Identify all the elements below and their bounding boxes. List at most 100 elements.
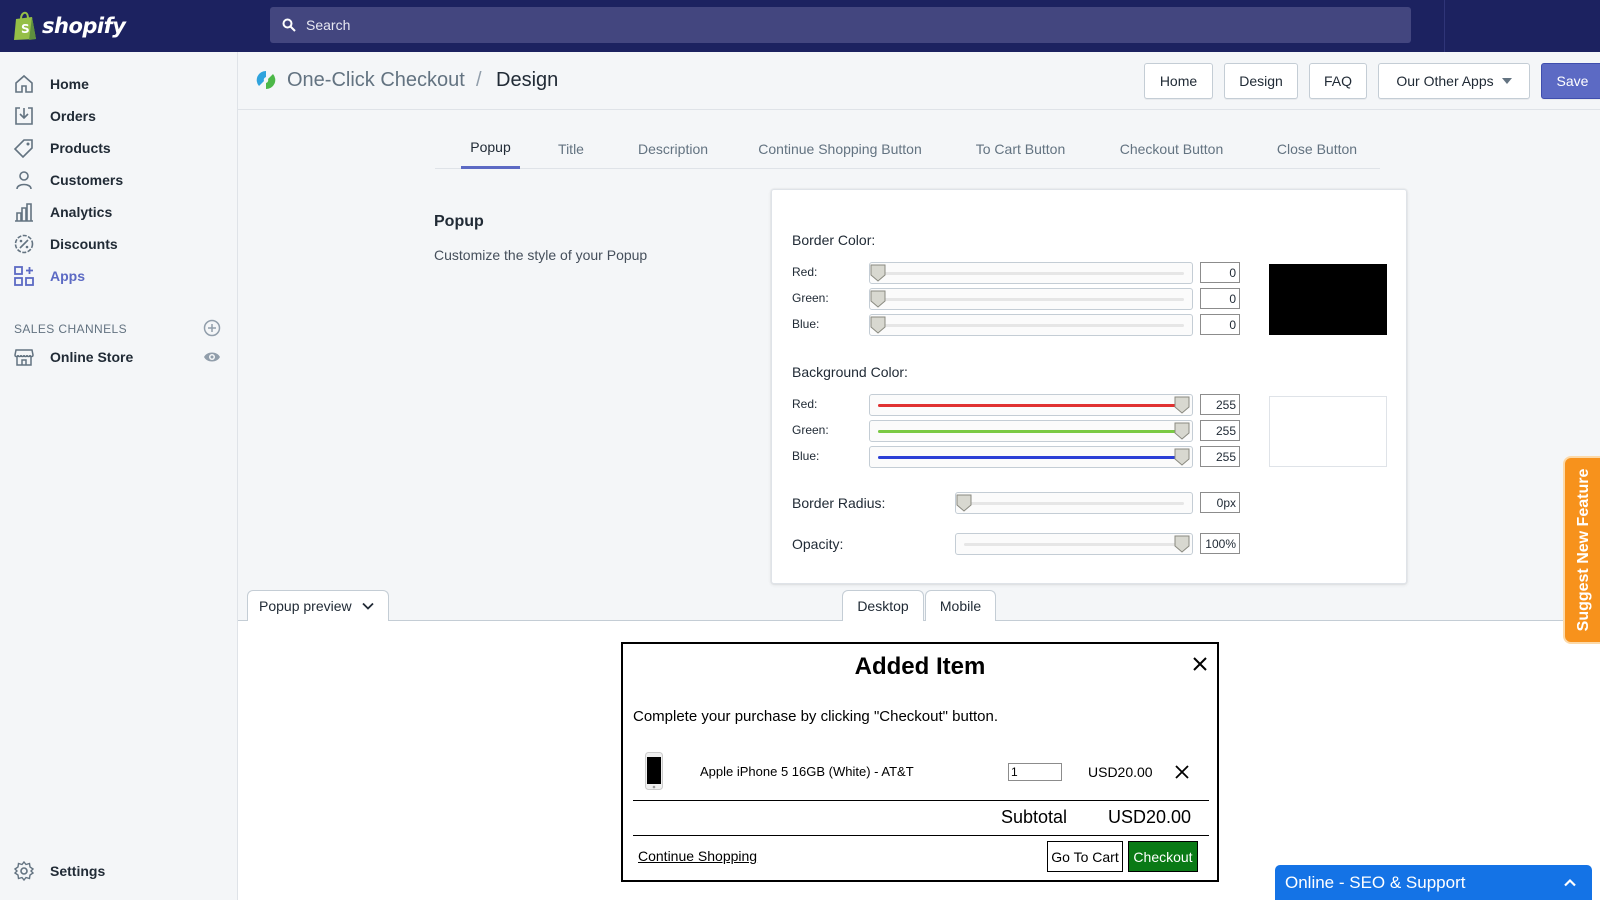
remove-item-icon[interactable]: [1174, 764, 1190, 780]
home-button[interactable]: Home: [1144, 63, 1213, 99]
chevron-up-icon: [1564, 878, 1576, 887]
chat-label: Online - SEO & Support: [1285, 873, 1466, 892]
tab-popup[interactable]: Popup: [461, 132, 520, 169]
border-green-label: Green:: [792, 291, 829, 305]
product-image: [645, 752, 663, 790]
slider-handle[interactable]: [1174, 535, 1190, 553]
close-icon[interactable]: [1192, 656, 1208, 672]
shopify-logo[interactable]: S shopify: [12, 8, 126, 44]
sidebar-item-analytics[interactable]: Analytics: [0, 197, 237, 227]
slider-rail: [964, 543, 1184, 546]
save-button[interactable]: Save: [1541, 63, 1600, 99]
product-price: USD20.00: [1088, 764, 1153, 780]
tab-close-button[interactable]: Close Button: [1271, 132, 1363, 169]
added-item-popup: Added Item Complete your purchase by cli…: [621, 642, 1219, 882]
border-red-label: Red:: [792, 265, 818, 279]
border-radius-slider[interactable]: [955, 492, 1193, 514]
border-blue-label: Blue:: [792, 317, 820, 331]
slider-rail: [964, 502, 1184, 505]
suggest-feature-tab[interactable]: Suggest New Feature: [1563, 456, 1600, 644]
bg-blue-input[interactable]: [1200, 446, 1240, 467]
bg-green-slider[interactable]: [869, 420, 1193, 442]
border-green-input[interactable]: [1200, 288, 1240, 309]
bg-red-input[interactable]: [1200, 394, 1240, 415]
faq-button[interactable]: FAQ: [1309, 63, 1367, 99]
slider-handle[interactable]: [1174, 396, 1190, 414]
opacity-input[interactable]: [1200, 533, 1240, 554]
tab-desktop[interactable]: Desktop: [842, 590, 924, 621]
tab-description[interactable]: Description: [634, 132, 712, 169]
bg-red-slider[interactable]: [869, 394, 1193, 416]
suggest-feature-label: Suggest New Feature: [1575, 468, 1592, 632]
logo-wordmark: shopify: [42, 14, 126, 38]
border-color-preview: [1269, 264, 1387, 335]
sidebar-item-products[interactable]: Products: [0, 133, 237, 163]
support-chat-widget[interactable]: Online - SEO & Support: [1275, 865, 1592, 900]
other-apps-label: Our Other Apps: [1396, 73, 1494, 89]
checkout-button[interactable]: Checkout: [1128, 841, 1198, 872]
tab-mobile[interactable]: Mobile: [925, 590, 996, 621]
bg-blue-slider[interactable]: [869, 446, 1193, 468]
sidebar-item-label: Discounts: [50, 236, 118, 252]
slider-handle[interactable]: [1174, 422, 1190, 440]
sidebar-item-online-store[interactable]: Online Store: [0, 342, 237, 372]
popup-settings-card: Border Color: Red: Green: Blue: Backgrou…: [771, 189, 1407, 584]
opacity-slider[interactable]: [955, 533, 1193, 555]
add-circle-icon[interactable]: [203, 319, 221, 337]
popup-preview-toggle[interactable]: Popup preview: [247, 590, 389, 621]
design-button[interactable]: Design: [1224, 63, 1298, 99]
go-to-cart-button[interactable]: Go To Cart: [1047, 841, 1123, 872]
divider: [633, 835, 1209, 836]
tab-checkout-button[interactable]: Checkout Button: [1113, 132, 1230, 169]
slider-handle[interactable]: [956, 494, 972, 512]
bar-chart-icon: [15, 203, 33, 222]
border-radius-input[interactable]: [1200, 492, 1240, 513]
background-color-preview: [1269, 396, 1387, 467]
subtotal-value: USD20.00: [1108, 807, 1192, 827]
border-green-slider[interactable]: [869, 288, 1193, 310]
sidebar-item-customers[interactable]: Customers: [0, 165, 237, 195]
slider-rail: [878, 298, 1184, 301]
tab-title[interactable]: Title: [549, 132, 593, 169]
bg-green-input[interactable]: [1200, 420, 1240, 441]
slider-handle[interactable]: [870, 316, 886, 334]
tab-continue-shopping-button[interactable]: Continue Shopping Button: [753, 132, 927, 169]
tab-to-cart-button[interactable]: To Cart Button: [968, 132, 1073, 169]
eye-icon[interactable]: [203, 348, 221, 366]
page-header: One-Click Checkout / Design Home Design …: [238, 52, 1600, 110]
popup-title: Added Item: [854, 653, 986, 680]
sidebar-item-settings[interactable]: Settings: [0, 856, 237, 886]
slider-rail: [878, 272, 1184, 275]
search-bar[interactable]: [270, 7, 1411, 43]
caret-down-icon: [1501, 78, 1512, 84]
border-red-slider[interactable]: [869, 262, 1193, 284]
sidebar-item-discounts[interactable]: Discounts: [0, 229, 237, 259]
sidebar-item-home[interactable]: Home: [0, 69, 237, 99]
breadcrumb-separator: /: [476, 69, 482, 91]
border-color-label: Border Color:: [792, 232, 876, 248]
breadcrumb-app[interactable]: One-Click Checkout: [287, 69, 465, 92]
slider-fill-green: [878, 430, 1178, 433]
search-input[interactable]: [306, 17, 1386, 33]
chevron-down-icon: [361, 602, 374, 610]
product-name: Apple iPhone 5 16GB (White) - AT&T: [700, 764, 914, 779]
other-apps-dropdown[interactable]: Our Other Apps: [1378, 63, 1530, 99]
slider-fill-red: [878, 404, 1178, 407]
border-blue-slider[interactable]: [869, 314, 1193, 336]
slider-handle[interactable]: [870, 264, 886, 282]
subtotal-label: Subtotal: [1001, 807, 1068, 827]
slider-handle[interactable]: [870, 290, 886, 308]
sidebar-item-apps[interactable]: Apps: [0, 261, 237, 291]
quantity-input[interactable]: [1008, 763, 1062, 781]
continue-shopping-link[interactable]: Continue Shopping: [638, 848, 757, 864]
border-red-input[interactable]: [1200, 262, 1240, 283]
app-logo-icon: [256, 70, 276, 90]
orders-icon: [15, 107, 33, 125]
bg-green-label: Green:: [792, 423, 829, 437]
border-blue-input[interactable]: [1200, 314, 1240, 335]
section-description: Customize the style of your Popup: [434, 247, 648, 263]
slider-handle[interactable]: [1174, 448, 1190, 466]
bg-blue-label: Blue:: [792, 449, 820, 463]
home-icon: [15, 74, 33, 93]
sidebar-item-orders[interactable]: Orders: [0, 101, 237, 131]
